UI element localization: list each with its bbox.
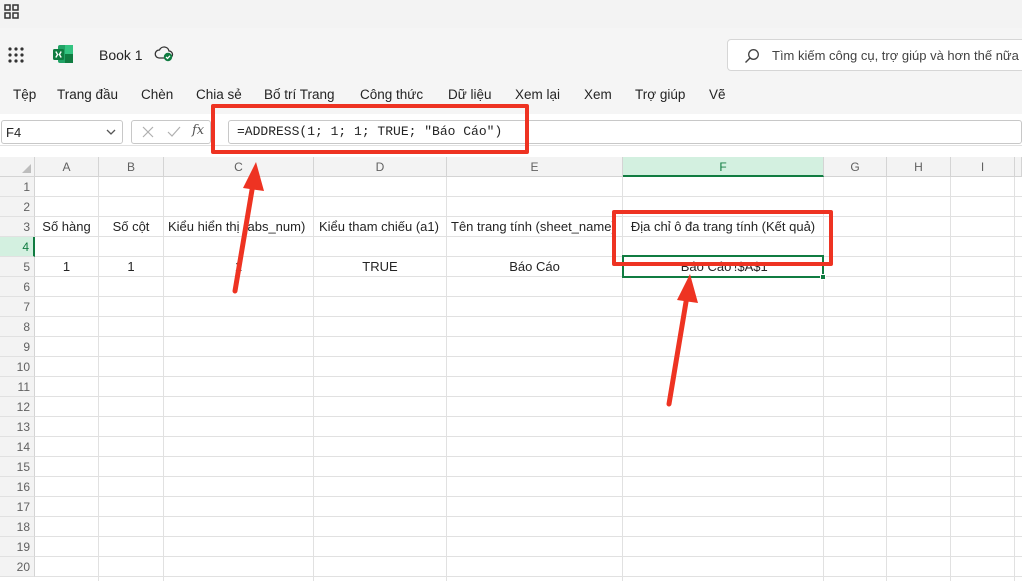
menu-review[interactable]: Xem lại	[515, 87, 560, 102]
menu-file[interactable]: Tệp	[13, 87, 36, 102]
column-header-i[interactable]: I	[951, 157, 1015, 177]
search-box[interactable]: Tìm kiếm công cụ, trợ giúp và hơn thế nữ…	[727, 39, 1022, 71]
name-box-value: F4	[6, 125, 22, 140]
row-header-9[interactable]: 9	[0, 337, 35, 357]
row-header-10[interactable]: 10	[0, 357, 35, 377]
cell-a4[interactable]: 1	[35, 257, 98, 277]
select-all-button[interactable]	[0, 157, 35, 177]
cell-e4[interactable]: Báo Cáo	[447, 257, 622, 277]
row-header-13[interactable]: 13	[0, 417, 35, 437]
result-highlight-box	[612, 210, 833, 266]
row-header-11[interactable]: 11	[0, 377, 35, 397]
column-header-g[interactable]: G	[824, 157, 887, 177]
row-header-18[interactable]: 18	[0, 517, 35, 537]
cell-e3[interactable]: Tên trang tính (sheet_name)	[451, 217, 622, 237]
cell-c3[interactable]: Kiểu hiển thị (abs_num)	[168, 217, 313, 237]
cell-a3[interactable]: Số hàng	[35, 217, 98, 237]
cell-c4[interactable]: 1	[164, 257, 313, 277]
menu-share[interactable]: Chia sẻ	[196, 87, 242, 102]
excel-window: Book 1 Tìm kiếm công cụ, trợ giúp và hơn…	[0, 0, 1022, 581]
search-placeholder: Tìm kiếm công cụ, trợ giúp và hơn thế nữ…	[772, 48, 1019, 63]
row-header-5[interactable]: 5	[0, 257, 35, 277]
row-header-19[interactable]: 19	[0, 537, 35, 557]
chevron-down-icon[interactable]	[106, 128, 116, 136]
column-header-partial[interactable]	[1015, 157, 1022, 177]
menu-page-layout[interactable]: Bố trí Trang	[264, 87, 335, 102]
menu-view[interactable]: Xem	[584, 87, 612, 102]
cell-d3[interactable]: Kiểu tham chiếu (a1)	[319, 217, 446, 237]
workbook-title[interactable]: Book 1	[99, 47, 143, 63]
checkmark-icon[interactable]	[167, 126, 181, 138]
column-header-b[interactable]: B	[99, 157, 164, 177]
title-strip	[0, 0, 1022, 28]
row-header-2[interactable]: 2	[0, 197, 35, 217]
column-header-c[interactable]: C	[164, 157, 314, 177]
column-header-h[interactable]: H	[887, 157, 951, 177]
row-header-16[interactable]: 16	[0, 477, 35, 497]
column-header-e[interactable]: E	[447, 157, 623, 177]
cell-area[interactable]: Số hàng Số cột Kiểu hiển thị (abs_num) K…	[35, 177, 1022, 581]
name-box[interactable]: F4	[1, 120, 123, 144]
spreadsheet-grid: A B C D E F G H I 1 2 3 4 5 6 7 8 9 10 1…	[0, 157, 1022, 581]
row-header-3[interactable]: 3	[0, 217, 35, 237]
cloud-saved-icon[interactable]	[154, 45, 174, 63]
row-header-20[interactable]: 20	[0, 557, 35, 577]
menu-insert[interactable]: Chèn	[141, 87, 173, 102]
formula-highlight-box	[211, 104, 529, 154]
menu-draw[interactable]: Vẽ	[709, 87, 726, 102]
menu-formulas[interactable]: Công thức	[360, 87, 423, 102]
menu-help[interactable]: Trợ giúp	[635, 87, 685, 102]
cell-b3[interactable]: Số cột	[99, 217, 163, 237]
column-header-d[interactable]: D	[314, 157, 447, 177]
row-header-7[interactable]: 7	[0, 297, 35, 317]
app-grid-icon[interactable]	[4, 4, 20, 20]
row-header-6[interactable]: 6	[0, 277, 35, 297]
excel-logo-icon	[53, 45, 73, 63]
column-header-a[interactable]: A	[35, 157, 99, 177]
fill-handle[interactable]	[820, 274, 826, 280]
row-header-12[interactable]: 12	[0, 397, 35, 417]
row-header-17[interactable]: 17	[0, 497, 35, 517]
waffle-menu-icon[interactable]	[7, 46, 25, 64]
row-header-8[interactable]: 8	[0, 317, 35, 337]
row-header-1[interactable]: 1	[0, 177, 35, 197]
menu-data[interactable]: Dữ liệu	[448, 87, 492, 102]
row-header-4[interactable]: 4	[0, 237, 35, 257]
insert-function-icon[interactable]: fx	[192, 123, 204, 138]
search-icon	[745, 49, 759, 63]
row-header-14[interactable]: 14	[0, 437, 35, 457]
cancel-icon[interactable]	[142, 126, 154, 138]
column-header-f[interactable]: F	[623, 157, 824, 177]
cell-b4[interactable]: 1	[99, 257, 163, 277]
formula-buttons: fx	[131, 120, 211, 144]
cell-d4[interactable]: TRUE	[314, 257, 446, 277]
row-header-15[interactable]: 15	[0, 457, 35, 477]
menu-home[interactable]: Trang đầu	[57, 87, 118, 102]
app-header: Book 1 Tìm kiếm công cụ, trợ giúp và hơn…	[0, 28, 1022, 78]
